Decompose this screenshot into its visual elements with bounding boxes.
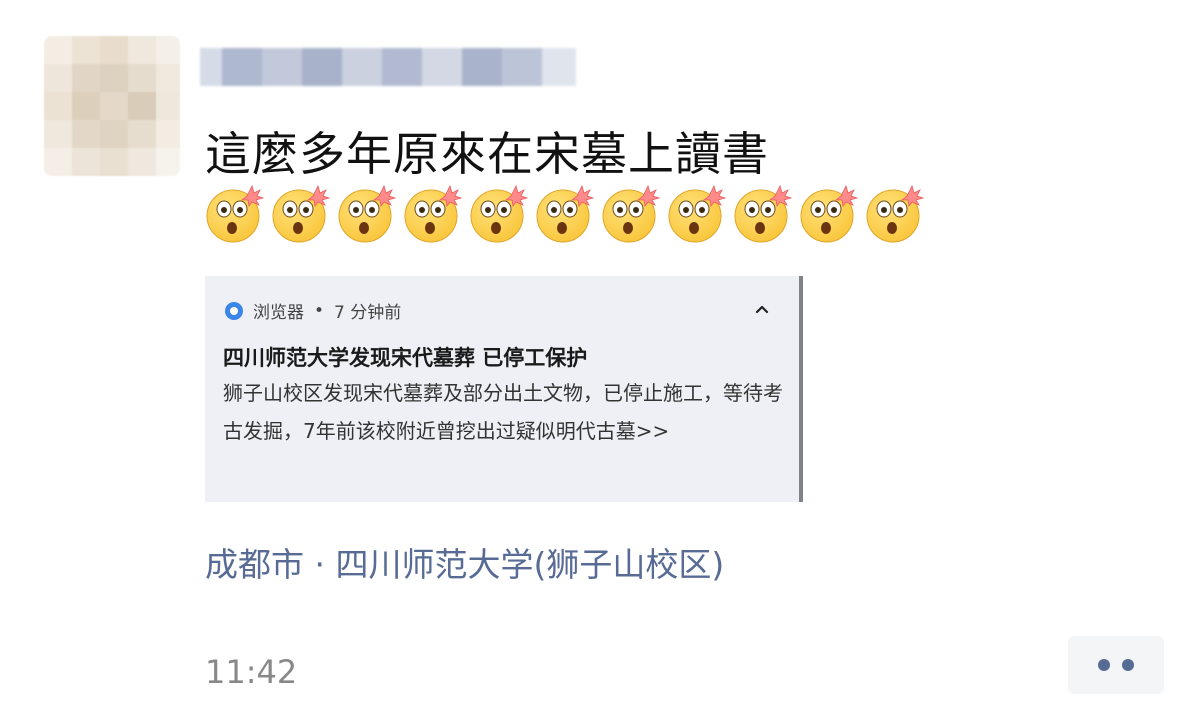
astonished-exploding-face-icon bbox=[536, 184, 595, 243]
astonished-exploding-face-icon bbox=[206, 184, 265, 243]
notification-title: 四川师范大学发现宋代墓葬 已停工保护 bbox=[223, 346, 588, 370]
astonished-exploding-face-icon bbox=[800, 184, 859, 243]
astonished-exploding-face-icon bbox=[866, 184, 925, 243]
astonished-exploding-face-icon bbox=[404, 184, 463, 243]
astonished-exploding-face-icon bbox=[470, 184, 529, 243]
avatar[interactable] bbox=[44, 36, 180, 176]
more-options-button[interactable] bbox=[1068, 636, 1164, 694]
notification-header: 浏览器 • 7 分钟前 bbox=[225, 298, 401, 323]
emoji-row bbox=[205, 184, 925, 244]
astonished-exploding-face-icon bbox=[602, 184, 661, 243]
notification-time: 7 分钟前 bbox=[334, 303, 402, 323]
astonished-exploding-face-icon bbox=[668, 184, 727, 243]
notification-screenshot[interactable]: 浏览器 • 7 分钟前 四川师范大学发现宋代墓葬 已停工保护 狮子山校区发现宋代… bbox=[205, 276, 803, 502]
nickname-redacted[interactable] bbox=[200, 36, 580, 94]
post-text: 這麼多年原來在宋墓上讀書 bbox=[205, 127, 769, 181]
browser-icon bbox=[225, 301, 243, 320]
notification-app-name: 浏览器 bbox=[253, 303, 304, 323]
post-timestamp: 11:42 bbox=[205, 653, 298, 691]
astonished-exploding-face-icon bbox=[734, 184, 793, 243]
chevron-up-icon bbox=[755, 305, 769, 314]
notification-body: 狮子山校区发现宋代墓葬及部分出土文物，已停止施工，等待考古发掘，7年前该校附近曾… bbox=[223, 381, 783, 443]
astonished-exploding-face-icon bbox=[338, 184, 397, 243]
notification-separator: • bbox=[314, 300, 325, 321]
more-dot-icon bbox=[1098, 659, 1110, 671]
location-link[interactable]: 成都市 · 四川师范大学(狮子山校区) bbox=[205, 538, 724, 586]
more-dot-icon bbox=[1122, 659, 1134, 671]
astonished-exploding-face-icon bbox=[272, 184, 331, 243]
